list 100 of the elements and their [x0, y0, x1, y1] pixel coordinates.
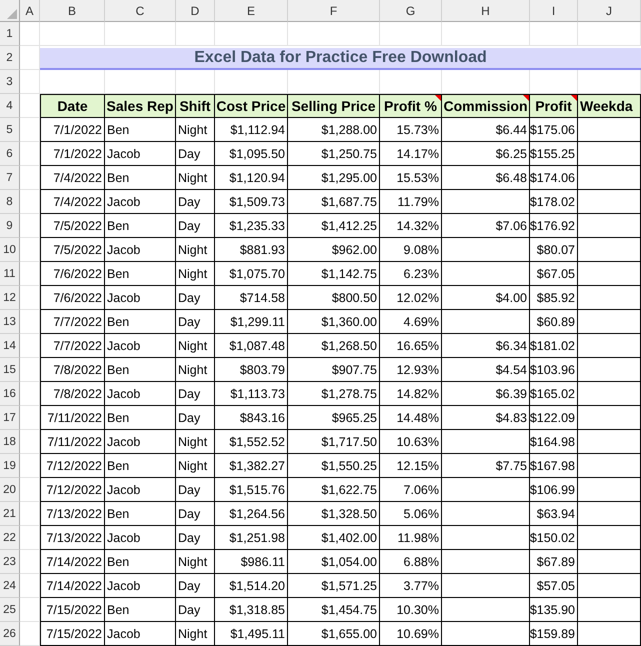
table-cell: $1,402.00: [321, 530, 377, 544]
row-header[interactable]: 17: [0, 406, 20, 430]
table-cell: Jacob: [107, 386, 140, 400]
table-cell: $6.25: [496, 146, 527, 160]
column-header[interactable]: G: [380, 0, 442, 22]
table-cell: Night: [178, 626, 208, 640]
empty-cell: [20, 310, 40, 334]
row-header[interactable]: 3: [0, 70, 20, 94]
column-header[interactable]: I: [530, 0, 578, 22]
table-header-cell: Shift: [176, 94, 215, 118]
empty-cell: [20, 526, 40, 550]
table-cell: $60.89: [536, 314, 575, 328]
table-cell: $1,142.75: [321, 266, 377, 280]
row-header[interactable]: 2: [0, 46, 20, 70]
empty-cell: [20, 478, 40, 502]
table-cell: Day: [178, 194, 200, 208]
row-header[interactable]: 26: [0, 622, 20, 646]
table-cell: $135.90: [530, 602, 575, 616]
table-cell: Night: [178, 242, 208, 256]
table-cell: 7/8/2022: [53, 362, 102, 376]
row-header[interactable]: 5: [0, 118, 20, 142]
column-header[interactable]: C: [105, 0, 176, 22]
table-cell: Ben: [107, 410, 130, 424]
row-header[interactable]: 13: [0, 310, 20, 334]
row-header[interactable]: 21: [0, 502, 20, 526]
table-cell: Day: [178, 146, 200, 160]
empty-cell: [176, 22, 215, 46]
table-cell: 7/1/2022: [53, 122, 102, 136]
table-header-cell: Commission: [442, 94, 530, 118]
row-header[interactable]: 24: [0, 574, 20, 598]
table-cell: Night: [178, 362, 208, 376]
column-header[interactable]: E: [215, 0, 288, 22]
column-header[interactable]: A: [20, 0, 40, 22]
row-header[interactable]: 9: [0, 214, 20, 238]
table-header-cell: Profit: [530, 94, 578, 118]
row-header[interactable]: 4: [0, 94, 20, 118]
table-cell: $103.96: [530, 362, 575, 376]
empty-cell: [20, 406, 40, 430]
row-header[interactable]: 1: [0, 22, 20, 46]
row-header[interactable]: 8: [0, 190, 20, 214]
table-cell: $1,235.33: [229, 218, 285, 232]
row-header[interactable]: 19: [0, 454, 20, 478]
table-cell: $6.44: [496, 122, 527, 136]
empty-cell: [20, 166, 40, 190]
row-header[interactable]: 16: [0, 382, 20, 406]
table-cell: Day: [178, 506, 200, 520]
row-header[interactable]: 6: [0, 142, 20, 166]
table-header-cell: Sales Rep: [105, 94, 176, 118]
table-cell: $155.25: [530, 146, 575, 160]
row-header[interactable]: 23: [0, 550, 20, 574]
column-header[interactable]: D: [176, 0, 215, 22]
table-cell: $1,454.75: [321, 602, 377, 616]
sheet-title: Excel Data for Practice Free Download: [40, 48, 641, 70]
table-cell: $165.02: [530, 386, 575, 400]
row-header[interactable]: 22: [0, 526, 20, 550]
table-cell: $1,550.25: [321, 458, 377, 472]
row-header[interactable]: 7: [0, 166, 20, 190]
table-cell: $1,087.48: [229, 338, 285, 352]
table-cell: 7/12/2022: [46, 482, 102, 496]
empty-cell: [20, 598, 40, 622]
table-cell: $174.06: [530, 170, 575, 184]
table-cell: Jacob: [107, 338, 140, 352]
row-header[interactable]: 15: [0, 358, 20, 382]
table-cell: $1,264.56: [229, 506, 285, 520]
table-cell: 7/15/2022: [46, 602, 102, 616]
table-header-cell: Weekda: [578, 94, 641, 118]
column-header[interactable]: B: [40, 0, 105, 22]
column-header[interactable]: J: [578, 0, 641, 22]
table-cell: $1,622.75: [321, 482, 377, 496]
table-cell: $986.11: [240, 554, 285, 568]
table-cell: Ben: [107, 362, 130, 376]
table-cell: 7/6/2022: [53, 290, 102, 304]
table-cell: $67.89: [536, 554, 575, 568]
table-cell: $1,120.94: [229, 170, 285, 184]
row-header[interactable]: 10: [0, 238, 20, 262]
table-cell: $1,075.70: [229, 266, 285, 280]
row-header[interactable]: 14: [0, 334, 20, 358]
table-cell: $164.98: [530, 434, 575, 448]
table-cell: Jacob: [107, 146, 140, 160]
row-header[interactable]: 18: [0, 430, 20, 454]
row-header[interactable]: 11: [0, 262, 20, 286]
table-cell: 5.06%: [404, 506, 439, 520]
table-cell: Ben: [107, 122, 130, 136]
table-cell: 7/5/2022: [53, 242, 102, 256]
table-cell: 7/4/2022: [53, 194, 102, 208]
table-cell: $1,299.11: [230, 314, 285, 328]
row-header[interactable]: 20: [0, 478, 20, 502]
table-cell: Night: [178, 554, 208, 568]
table-cell: Night: [178, 434, 208, 448]
table-cell: Night: [178, 170, 208, 184]
table-cell: 12.15%: [396, 458, 439, 472]
table-cell: $843.16: [240, 410, 285, 424]
table-cell: $1,113.73: [230, 386, 285, 400]
column-header[interactable]: F: [288, 0, 380, 22]
row-header[interactable]: 25: [0, 598, 20, 622]
table-cell: 7/8/2022: [53, 386, 102, 400]
row-header[interactable]: 12: [0, 286, 20, 310]
table-cell: $1,509.73: [229, 194, 285, 208]
table-cell: $1,288.00: [321, 122, 377, 136]
column-header[interactable]: H: [442, 0, 530, 22]
